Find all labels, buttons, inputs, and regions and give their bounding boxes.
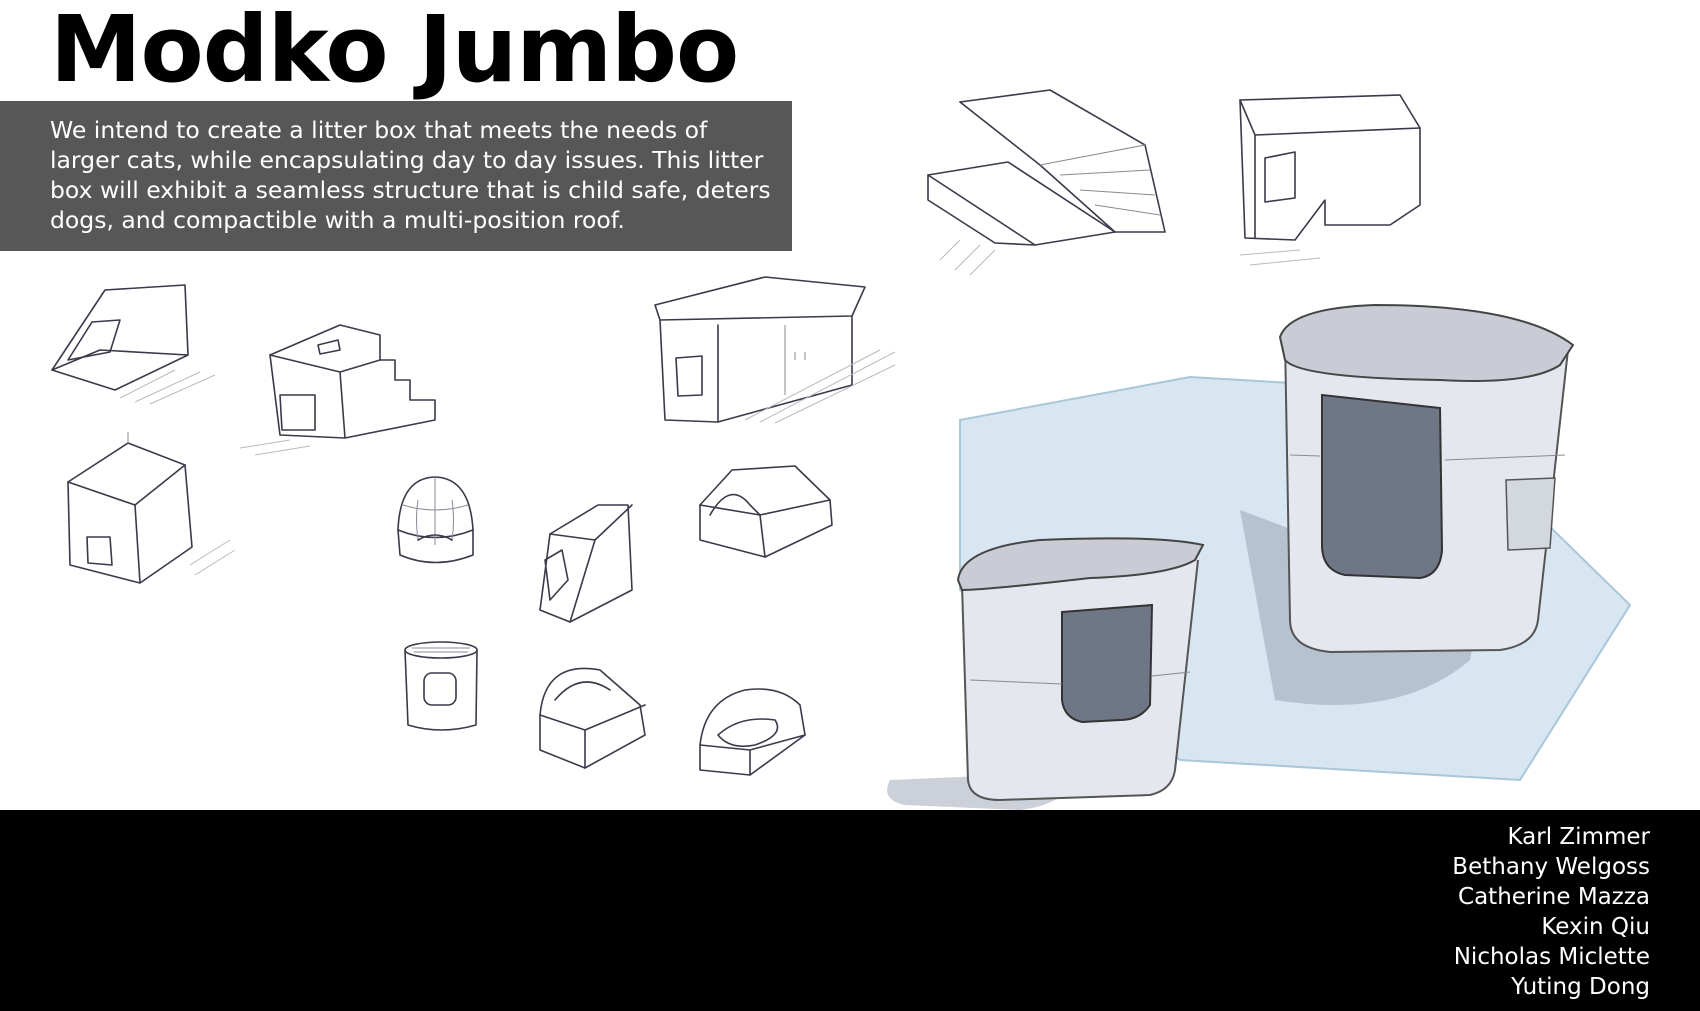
sketch-stair-box [239, 324, 436, 456]
concept-sketches [51, 89, 1632, 810]
team-member: Karl Zimmer [1507, 824, 1651, 850]
team-credits: Karl Zimmer Bethany Welgoss Catherine Ma… [1452, 822, 1650, 1002]
sketch-stepped-box [1239, 94, 1421, 266]
sketch-cabinet [654, 276, 896, 424]
rendered-concept [887, 303, 1632, 810]
sketch-dome [397, 476, 474, 564]
sketch-wedge-house [51, 284, 216, 405]
team-member: Nicholas Miclette [1453, 944, 1650, 970]
sketch-open-tray [699, 688, 806, 776]
team-member: Kexin Qiu [1541, 914, 1650, 940]
team-member: Yuting Dong [1511, 974, 1650, 1000]
team-member: Bethany Welgoss [1452, 854, 1650, 880]
sketch-cube-house [67, 432, 236, 584]
sketch-cutaway-box [699, 465, 833, 558]
sketch-curved-hood [539, 667, 646, 769]
sketch-slant-box [539, 504, 633, 623]
sketch-hinged-roof [927, 89, 1166, 276]
sketch-canister [404, 641, 478, 731]
footer-bar: Karl Zimmer Bethany Welgoss Catherine Ma… [0, 810, 1700, 1011]
team-member: Catherine Mazza [1458, 884, 1650, 910]
